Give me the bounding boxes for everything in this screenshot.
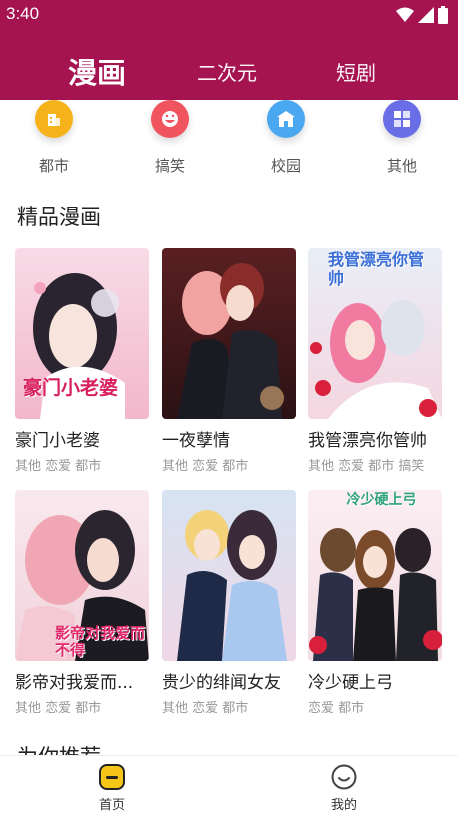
category-qita[interactable]: 其他	[362, 94, 442, 176]
tab-erciyuan[interactable]: 二次元	[197, 57, 257, 86]
comic-cover[interactable]: 影帝对我爱而不得	[15, 490, 149, 661]
comic-cover[interactable]	[162, 248, 296, 419]
grid-icon	[377, 94, 427, 144]
nav-home-label: 首页	[98, 798, 125, 813]
cover-caption: 影帝对我爱而不得	[55, 624, 146, 659]
battery-icon	[438, 6, 448, 28]
nav-mine-label: 我的	[330, 798, 357, 813]
category-label: 搞笑	[154, 157, 185, 175]
status-bar: 3:40	[0, 0, 458, 30]
school-icon	[261, 94, 311, 144]
building-icon	[29, 94, 79, 144]
comic-title[interactable]: 冷少硬上弓	[308, 668, 442, 693]
category-dushi[interactable]: 都市	[14, 94, 94, 176]
nav-home[interactable]: 首页	[82, 764, 142, 813]
comic-card[interactable]: 冷少硬上弓 冷少硬上弓 恋爱 都市	[308, 490, 442, 716]
comic-cover[interactable]	[162, 490, 296, 661]
cover-caption: 豪门小老婆	[23, 377, 119, 399]
tab-manhua[interactable]: 漫画	[68, 50, 126, 92]
comic-cover[interactable]: 豪门小老婆	[15, 248, 149, 419]
status-time: 3:40	[6, 4, 40, 23]
category-label: 校园	[270, 157, 301, 175]
status-icons	[396, 6, 448, 28]
comic-tags: 其他 恋爱 都市 搞笑	[308, 459, 425, 474]
bottom-nav: 首页 我的	[0, 755, 458, 820]
comic-card[interactable]: 我管漂亮你管帅 我管漂亮你管帅 其他 恋爱 都市 搞笑	[308, 248, 442, 474]
smile-icon	[145, 94, 195, 144]
top-tab-bar: 漫画 二次元 短剧	[0, 30, 458, 100]
comic-tags: 恋爱 都市	[308, 701, 365, 716]
comic-card[interactable]: 贵少的绯闻女友 其他 恋爱 都市	[162, 490, 296, 716]
comic-cover[interactable]: 冷少硬上弓	[308, 490, 442, 661]
category-row: 都市 搞笑 校园 其他	[0, 94, 458, 185]
comic-title[interactable]: 豪门小老婆	[15, 426, 149, 451]
comic-title[interactable]: 贵少的绯闻女友	[162, 668, 296, 693]
home-icon	[99, 764, 125, 790]
nav-mine[interactable]: 我的	[314, 764, 374, 813]
cover-caption: 冷少硬上弓	[346, 492, 417, 508]
category-xiaoyuan[interactable]: 校园	[246, 94, 326, 176]
wifi-icon	[396, 7, 414, 27]
comic-tags: 其他 恋爱 都市	[162, 701, 249, 716]
comic-card[interactable]: 一夜孽情 其他 恋爱 都市	[162, 248, 296, 474]
smiley-icon	[331, 764, 357, 790]
comic-tags: 其他 恋爱 都市	[162, 459, 249, 474]
signal-icon	[418, 7, 434, 27]
comic-title[interactable]: 一夜孽情	[162, 426, 296, 451]
comic-tags: 其他 恋爱 都市	[15, 459, 102, 474]
comic-title[interactable]: 影帝对我爱而...	[15, 668, 149, 693]
section-title: 精品漫画	[17, 205, 101, 229]
comic-tags: 其他 恋爱 都市	[15, 701, 102, 716]
category-gaoxiao[interactable]: 搞笑	[130, 94, 210, 176]
comic-title[interactable]: 我管漂亮你管帅	[308, 426, 442, 451]
cover-caption: 我管漂亮你管帅	[328, 250, 425, 288]
app-screen: 3:40 漫画 二次元 短剧 都市 搞笑 校园 其他 精品漫画 豪门小老婆 豪门…	[0, 0, 458, 820]
category-label: 其他	[386, 157, 417, 175]
category-label: 都市	[38, 157, 69, 175]
comic-card[interactable]: 影帝对我爱而不得 影帝对我爱而... 其他 恋爱 都市	[15, 490, 149, 716]
comic-card[interactable]: 豪门小老婆 豪门小老婆 其他 恋爱 都市	[15, 248, 149, 474]
comic-cover[interactable]: 我管漂亮你管帅	[308, 248, 442, 419]
tab-duanju[interactable]: 短剧	[336, 57, 376, 86]
